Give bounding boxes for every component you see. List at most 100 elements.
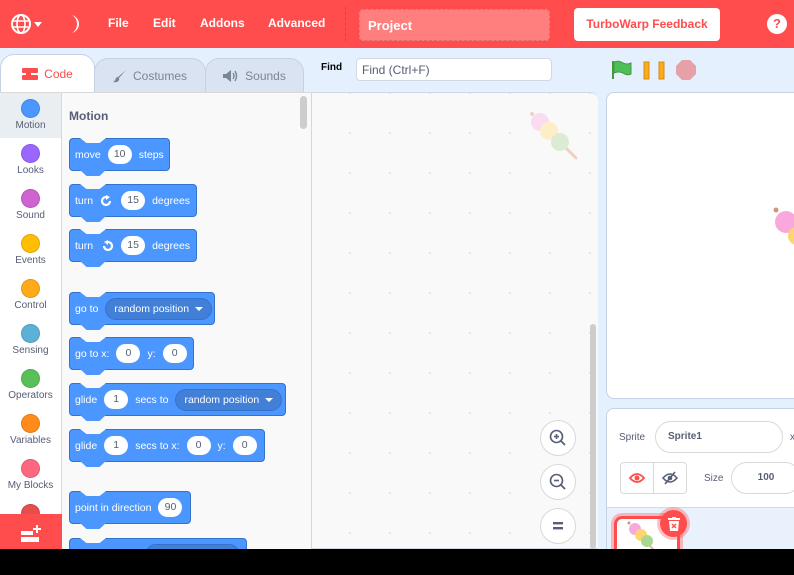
palette-scrollbar[interactable]: [300, 96, 307, 129]
moon-icon[interactable]: [62, 13, 84, 35]
category-variables[interactable]: Variables: [0, 408, 61, 453]
category-label: Sound: [16, 210, 45, 221]
stage[interactable]: [606, 92, 794, 399]
category-dot: [21, 369, 40, 388]
block-dropdown[interactable]: random position: [105, 297, 213, 320]
category-label: Sensing: [12, 345, 49, 356]
block-number-input[interactable]: 0: [186, 436, 211, 455]
block-go-to-xy[interactable]: go to x: 0 y: 0: [69, 337, 194, 370]
category-dot: [21, 189, 40, 208]
menu-advanced[interactable]: Advanced: [268, 16, 325, 30]
trash-icon: [667, 516, 680, 531]
zoom-in-button[interactable]: [540, 420, 576, 456]
block-move-steps[interactable]: move 10 steps: [69, 138, 170, 171]
sprite-name-label: Sprite: [619, 432, 646, 443]
block-text: go to x:: [75, 347, 110, 360]
zoom-in-icon: [549, 429, 566, 446]
zoom-reset-button[interactable]: [540, 508, 576, 544]
category-dot: [21, 99, 40, 118]
block-number-input[interactable]: 90: [158, 498, 183, 517]
workspace-scrollbar[interactable]: [590, 324, 596, 549]
block-turn-left[interactable]: turn 15 degrees: [69, 229, 197, 262]
block-dropdown[interactable]: random position: [175, 388, 283, 411]
block-number-input[interactable]: 1: [104, 390, 129, 409]
turbowarp-editor: File Edit Addons Advanced Project TurboW…: [0, 0, 794, 549]
block-text: move: [75, 148, 101, 161]
category-operators[interactable]: Operators: [0, 363, 61, 408]
tab-sounds[interactable]: Sounds: [205, 58, 304, 92]
rotate-right-icon: [101, 194, 112, 206]
category-dot: [21, 234, 40, 253]
tab-sounds-label: Sounds: [245, 68, 286, 83]
block-number-input[interactable]: 10: [107, 145, 132, 164]
block-glide-to-xy[interactable]: glide 1 secs to x: 0 y: 0: [69, 429, 265, 462]
category-sound[interactable]: Sound: [0, 183, 61, 228]
block-point-direction[interactable]: point in direction 90: [69, 491, 191, 524]
size-label: Size: [704, 473, 724, 484]
category-label: Looks: [17, 165, 44, 176]
find-input[interactable]: [356, 58, 552, 81]
block-number-input[interactable]: 15: [121, 236, 146, 255]
block-number-input[interactable]: 0: [232, 436, 257, 455]
project-title-input[interactable]: Project: [359, 9, 550, 41]
globe-icon[interactable]: [10, 13, 32, 35]
sprite-on-stage[interactable]: [773, 206, 794, 246]
pause-icon[interactable]: [643, 61, 665, 80]
category-sensing[interactable]: Sensing: [0, 318, 61, 363]
dropdown-arrow-icon: [265, 397, 274, 402]
category-dot: [21, 459, 40, 478]
category-dot: [21, 279, 40, 298]
block-number-input[interactable]: 1: [104, 436, 129, 455]
category-menu: Motion Looks Sound Events Control Sensin…: [0, 92, 62, 549]
category-events[interactable]: Events: [0, 228, 61, 273]
size-input[interactable]: 100: [731, 462, 794, 494]
block-number-input[interactable]: 15: [121, 191, 146, 210]
category-looks[interactable]: Looks: [0, 138, 61, 183]
block-text: y:: [147, 347, 156, 360]
block-text: degrees: [152, 194, 191, 207]
chevron-down-icon[interactable]: [34, 22, 42, 27]
tab-code[interactable]: Code: [0, 54, 95, 92]
category-control[interactable]: Control: [0, 273, 61, 318]
block-text: degrees: [152, 239, 191, 252]
block-text: go to: [75, 302, 99, 315]
add-extension-icon: [21, 525, 41, 542]
eye-icon: [629, 473, 645, 483]
green-flag-icon[interactable]: [611, 60, 633, 80]
block-glide-to[interactable]: glide 1 secs to random position: [69, 383, 286, 416]
menu-edit[interactable]: Edit: [153, 16, 176, 30]
block-go-to[interactable]: go to random position: [69, 292, 215, 325]
block-partial[interactable]: [69, 538, 247, 549]
screen-bottom-bar: [0, 549, 794, 575]
help-icon[interactable]: ?: [767, 14, 787, 34]
dropdown-arrow-icon: [195, 306, 204, 311]
visibility-toggle-group: [620, 462, 687, 494]
category-label: Variables: [10, 435, 51, 446]
rotate-left-icon: [102, 239, 114, 251]
add-extension-button[interactable]: [0, 514, 62, 549]
block-number-input[interactable]: 0: [162, 344, 187, 363]
category-my-blocks[interactable]: My Blocks: [0, 453, 61, 498]
equals-icon: [553, 522, 563, 530]
category-label: Operators: [8, 390, 53, 401]
block-turn-right[interactable]: turn 15 degrees: [69, 184, 197, 217]
sprite-name-input[interactable]: Sprite1: [655, 421, 783, 453]
zoom-out-button[interactable]: [540, 464, 576, 500]
show-sprite-button[interactable]: [621, 463, 653, 493]
brush-icon: [112, 69, 126, 82]
category-dot: [21, 144, 40, 163]
hide-sprite-button[interactable]: [653, 463, 686, 493]
menu-file[interactable]: File: [108, 16, 129, 30]
zoom-out-icon: [549, 473, 566, 490]
menu-addons[interactable]: Addons: [200, 16, 245, 30]
delete-sprite-button[interactable]: [660, 510, 687, 537]
category-label: My Blocks: [7, 480, 54, 491]
feedback-button[interactable]: TurboWarp Feedback: [574, 8, 720, 41]
tab-costumes[interactable]: Costumes: [94, 58, 206, 92]
stop-icon[interactable]: [676, 60, 696, 80]
category-motion[interactable]: Motion: [0, 93, 61, 138]
code-icon: [22, 67, 39, 80]
block-text: steps: [138, 148, 164, 161]
block-text: glide: [75, 439, 98, 452]
block-number-input[interactable]: 0: [116, 344, 141, 363]
